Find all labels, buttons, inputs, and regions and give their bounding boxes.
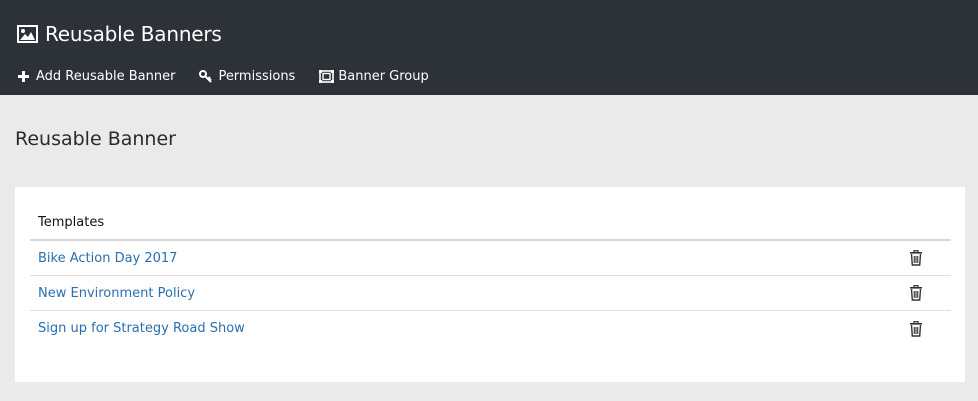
toolbar: Add Reusable Banner Permissions Banner G… [17,66,453,86]
column-header-templates: Templates [30,206,951,241]
template-link[interactable]: Sign up for Strategy Road Show [38,321,245,336]
add-reusable-banner-button[interactable]: Add Reusable Banner [17,69,175,84]
template-link[interactable]: New Environment Policy [38,286,195,301]
add-reusable-banner-label: Add Reusable Banner [36,68,176,84]
page-title: Reusable Banners [45,22,222,46]
table-row: New Environment Policy [30,276,951,311]
table-row: Bike Action Day 2017 [30,241,951,276]
table-row: Sign up for Strategy Road Show [30,311,951,346]
section-heading: Reusable Banner [15,128,176,150]
permissions-button[interactable]: Permissions [199,69,295,84]
permissions-label: Permissions [218,68,296,84]
templates-panel: Templates Bike Action Day 2017 New Envir… [15,187,965,382]
image-icon [17,25,38,43]
group-icon [319,69,335,83]
app-title: Reusable Banners [17,21,222,47]
template-link[interactable]: Bike Action Day 2017 [38,251,177,266]
trash-icon[interactable] [909,284,923,301]
templates-table: Templates Bike Action Day 2017 New Envir… [30,206,951,346]
trash-icon[interactable] [909,249,923,266]
banner-group-button[interactable]: Banner Group [319,68,429,84]
top-bar: Reusable Banners Add Reusable Banner Per… [0,0,978,95]
trash-icon[interactable] [909,320,923,337]
key-icon [199,69,213,83]
plus-icon [17,70,30,83]
banner-group-label: Banner Group [338,68,429,84]
